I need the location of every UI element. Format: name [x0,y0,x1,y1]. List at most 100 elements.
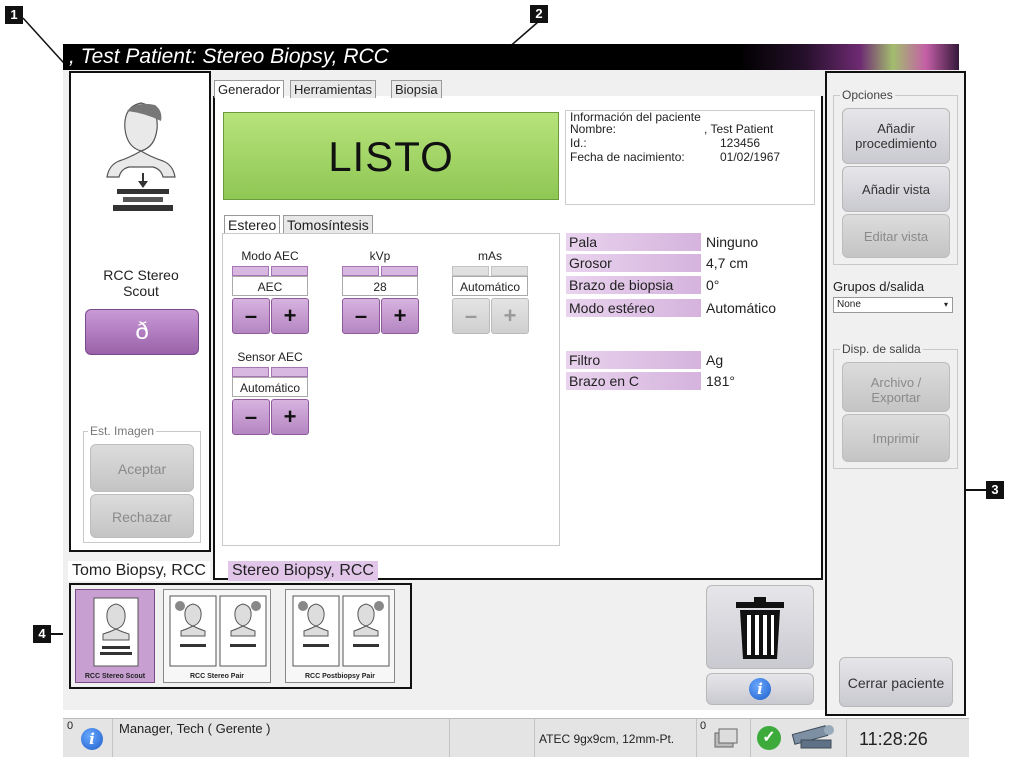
postbiopsy-pair-icon [292,595,390,667]
output-groups-label: Grupos d/salida [833,279,925,294]
thumbnail-strip: RCC Stereo Scout RCC Stereo Pair RCC Pos… [69,583,412,689]
patient-id-label: Id.: [570,136,587,150]
print-button[interactable]: Imprimir [842,414,950,462]
thumbnail-rcc-stereo-pair[interactable]: RCC Stereo Pair [163,589,271,683]
callout-3: 3 [986,481,1004,499]
param-key: Filtro [566,351,701,369]
patient-name-value: , Test Patient [704,122,774,136]
tab-estereo[interactable]: Estereo [224,215,281,234]
breast-view-icon [106,102,176,211]
kvp-top-left[interactable] [342,266,379,276]
kvp-value: 28 [342,276,418,296]
mas-top-left [452,266,489,276]
aec-mode-label: Modo AEC [241,249,299,263]
gantry-icon [791,725,834,749]
param-row-thickness: Grosor 4,7 cm [566,254,806,272]
user-name: Manager, Tech ( Gerente ) [119,721,271,736]
param-key: Pala [566,233,701,251]
left-panel: RCC Stereo Scout ð Est. Imagen Aceptar R… [69,71,211,552]
aec-sensor-minus-button[interactable]: – [232,399,270,435]
param-value: 4,7 cm [706,255,749,271]
accept-button[interactable]: Aceptar [90,444,194,492]
archive-export-button[interactable]: Archivo / Exportar [842,362,950,412]
title-bar: , Test Patient: Stereo Biopsy, RCC [63,44,959,70]
window-title: , Test Patient: Stereo Biopsy, RCC [69,45,389,68]
callout-3-leader [966,489,986,491]
edit-view-button[interactable]: Editar vista [842,214,950,258]
thumbnail-caption: RCC Postbiopsy Pair [304,673,375,680]
stereo-pair-icon [169,595,267,667]
alarm-cell[interactable]: 0 i [63,719,113,757]
aec-mode-plus-button[interactable]: + [271,298,309,334]
status-bar: 0 i Manager, Tech ( Gerente ) ATEC 9gx9c… [63,718,969,757]
user-cell[interactable]: Manager, Tech ( Gerente ) [113,719,450,757]
info-button[interactable]: i [706,673,814,705]
tab-herramientas[interactable]: Herramientas [290,80,377,98]
queue-count: 0 [700,720,707,732]
kvp-minus-button[interactable]: – [342,298,380,334]
system-status-cell[interactable]: ✓ [751,719,847,757]
aec-sensor-top-right[interactable] [271,367,308,377]
image-status-legend: Est. Imagen [88,424,157,438]
aec-sensor-plus-button[interactable]: + [271,399,309,435]
mas-label: mAs [478,249,502,263]
param-row-stereo-mode: Modo estéreo Automático [566,299,806,317]
aec-mode-minus-button[interactable]: – [232,298,270,334]
ready-status: LISTO [223,112,559,200]
mas-minus-button[interactable]: – [452,298,490,334]
kvp-plus-button[interactable]: + [381,298,419,334]
add-procedure-button[interactable]: Añadir procedimiento [842,108,950,164]
flame-icon: ð [135,318,149,345]
queue-cell[interactable]: 0 [697,719,751,757]
trash-button[interactable] [706,585,814,669]
patient-dob-value: 01/02/1967 [720,150,781,164]
kvp-label: kVp [369,249,391,263]
clock-time: 11:28:26 [859,729,928,749]
patient-info: Información del paciente Nombre: , Test … [565,110,815,205]
param-key: Grosor [566,254,701,272]
param-key: Brazo en C [566,372,701,390]
tab-biopsia[interactable]: Biopsia [391,80,442,98]
mas-plus-button[interactable]: + [491,298,529,334]
procedure-tab-stereo[interactable]: Stereo Biopsy, RCC [228,561,378,581]
breast-thumbnail-icon [93,597,139,667]
alarm-count: 0 [67,720,74,732]
thumbnail-rcc-stereo-scout[interactable]: RCC Stereo Scout [75,589,155,683]
aec-mode-value: AEC [232,276,308,296]
add-view-button[interactable]: Añadir vista [842,166,950,212]
view-label: RCC Stereo Scout [103,267,179,299]
kvp-top-right[interactable] [381,266,418,276]
close-patient-button[interactable]: Cerrar paciente [839,657,953,707]
device-name: ATEC 9gx9cm, 12mm-Pt. [539,732,675,746]
output-devices-legend: Disp. de salida [840,342,923,356]
patient-id-value: 123456 [720,136,761,150]
info-icon: i [81,728,103,750]
param-row-c-arm: Brazo en C 181° [566,372,806,390]
device-cell[interactable]: ATEC 9gx9cm, 12mm-Pt. [535,719,697,757]
reject-button[interactable]: Rechazar [90,494,194,538]
options-legend: Opciones [840,88,895,102]
output-queue-icon [714,728,738,748]
aec-mode-top-right[interactable] [271,266,308,276]
param-value: 0° [706,277,720,293]
info-icon: i [749,678,771,700]
param-value: Automático [706,300,777,316]
thumbnail-rcc-postbiopsy-pair[interactable]: RCC Postbiopsy Pair [285,589,395,683]
aec-mode-top-left[interactable] [232,266,269,276]
mas-top-right [491,266,528,276]
param-value: 181° [706,373,735,389]
flower-decoration [739,44,959,70]
check-icon: ✓ [757,726,781,750]
procedure-tab-tomo[interactable]: Tomo Biopsy, RCC [68,561,210,581]
aec-sensor-value: Automático [232,377,308,397]
thumbnail-caption: RCC Stereo Pair [189,673,245,680]
patient-name-label: Nombre: [570,122,617,136]
expose-button[interactable]: ð [85,309,199,355]
right-panel: Opciones Añadir procedimiento Añadir vis… [825,71,966,716]
tab-tomosintesis[interactable]: Tomosíntesis [283,215,373,234]
param-key: Brazo de biopsia [566,276,701,294]
output-groups-select[interactable]: None ▾ [833,297,953,313]
param-key: Modo estéreo [566,299,701,317]
aec-sensor-top-left[interactable] [232,367,269,377]
tab-generador[interactable]: Generador [214,80,285,98]
